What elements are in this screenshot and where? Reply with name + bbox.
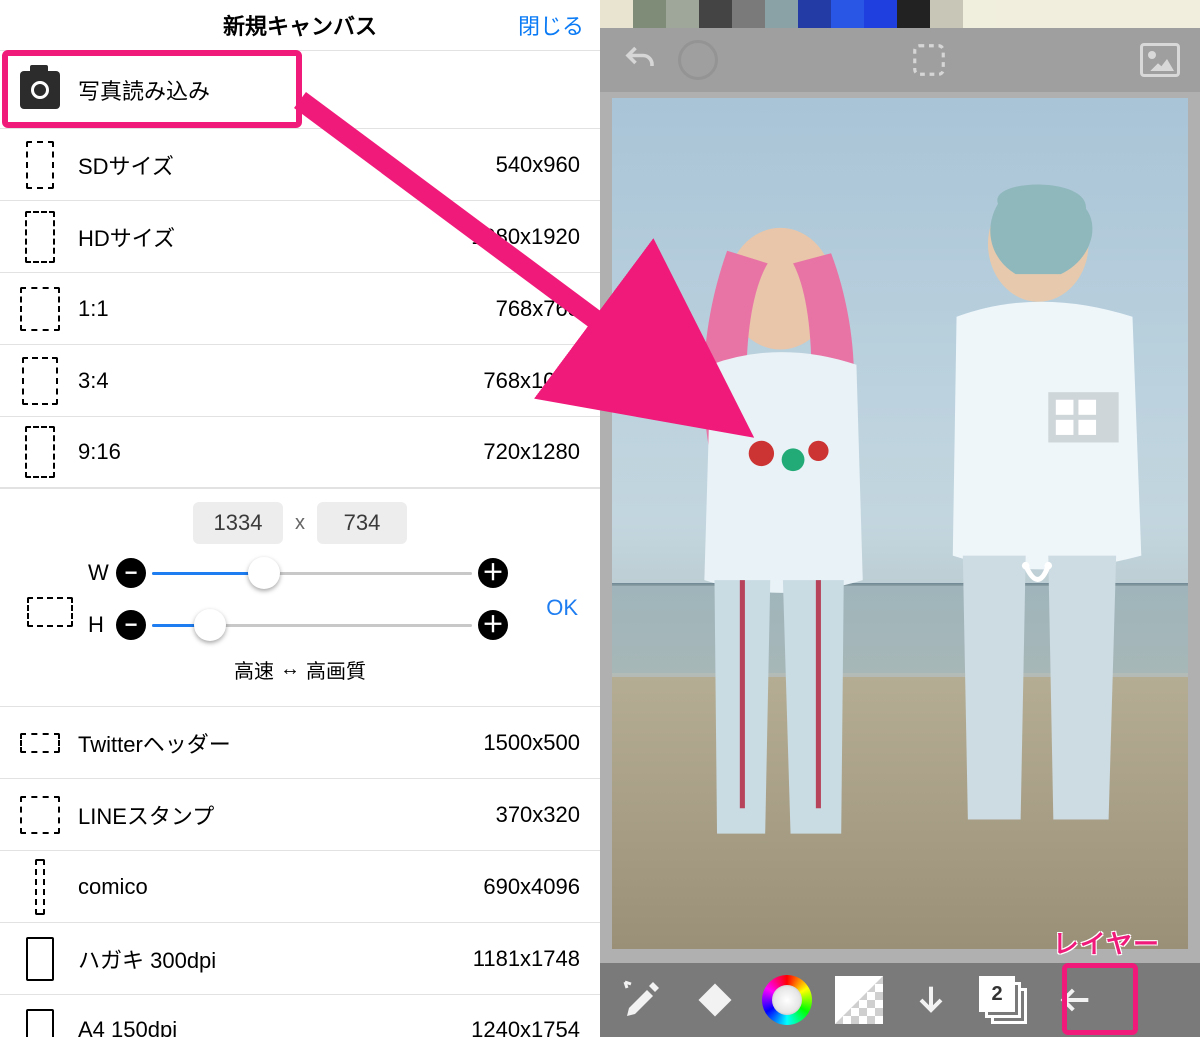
camera-icon xyxy=(20,71,60,109)
preset-thumb-icon xyxy=(26,141,54,189)
download-button[interactable] xyxy=(898,970,964,1030)
preset-row[interactable]: 9:16720x1280 xyxy=(0,416,600,488)
preset-dimensions: 370x320 xyxy=(496,802,580,828)
preset-label: LINEスタンプ xyxy=(78,799,496,831)
preset-row[interactable]: ハガキ 300dpi1181x1748 xyxy=(0,922,600,994)
transparency-button[interactable] xyxy=(826,970,892,1030)
width-plus-button[interactable]: ＋ xyxy=(478,558,508,588)
import-photo-row[interactable]: 写真読み込み xyxy=(0,50,600,128)
preset-thumb-icon xyxy=(25,211,55,263)
preset-label: ハガキ 300dpi xyxy=(78,943,473,975)
annotation-label-layers: レイヤー xyxy=(1053,924,1160,961)
tab-thumbnails[interactable] xyxy=(600,0,1200,28)
preset-row[interactable]: Twitterヘッダー1500x500 xyxy=(0,706,600,778)
preset-label: A4 150dpi xyxy=(78,1017,471,1037)
opacity-label: 10% xyxy=(774,993,800,1008)
preset-thumb-icon xyxy=(26,937,54,981)
preset-dimensions: 1080x1920 xyxy=(471,224,580,250)
preset-label: Twitterヘッダー xyxy=(78,727,483,759)
preset-thumb-icon xyxy=(20,287,60,331)
preset-dimensions: 690x4096 xyxy=(483,874,580,900)
preset-row[interactable]: 1:1768x768 xyxy=(0,272,600,344)
preset-dimensions: 540x960 xyxy=(496,152,580,178)
width-minus-button[interactable]: − xyxy=(116,558,146,588)
preset-label: 3:4 xyxy=(78,368,483,394)
preset-thumb-icon xyxy=(35,859,45,915)
import-photo-label: 写真読み込み xyxy=(78,74,580,106)
editor-bottom-toolbar: 10% 2 xyxy=(600,963,1200,1037)
preset-thumb-icon xyxy=(20,733,60,753)
preset-row[interactable]: HDサイズ1080x1920 xyxy=(0,200,600,272)
editor-top-toolbar xyxy=(600,28,1200,92)
person-right xyxy=(900,166,1176,932)
preset-row[interactable]: A4 150dpi1240x1754 xyxy=(0,994,600,1037)
height-plus-button[interactable]: ＋ xyxy=(478,610,508,640)
shape-tool-button[interactable] xyxy=(682,970,748,1030)
preset-dimensions: 1240x1754 xyxy=(471,1017,580,1037)
preset-row[interactable]: comico690x4096 xyxy=(0,850,600,922)
custom-width-input[interactable]: 1334 xyxy=(193,502,283,544)
preset-dimensions: 1181x1748 xyxy=(473,946,580,972)
selection-button[interactable] xyxy=(907,38,951,82)
panel-header: 新規キャンバス 閉じる xyxy=(0,0,600,50)
redo-disabled-icon xyxy=(676,38,720,82)
custom-ok-button[interactable]: OK xyxy=(546,595,578,621)
color-wheel-button[interactable]: 10% xyxy=(754,970,820,1030)
preset-row[interactable]: LINEスタンプ370x320 xyxy=(0,778,600,850)
back-button[interactable] xyxy=(1042,970,1108,1030)
layer-count: 2 xyxy=(979,976,1015,1012)
preset-label: comico xyxy=(78,874,483,900)
brush-tool-button[interactable] xyxy=(610,970,676,1030)
preset-label: 1:1 xyxy=(78,296,496,322)
person-left xyxy=(641,200,894,932)
preset-dimensions: 1500x500 xyxy=(483,730,580,756)
height-slider[interactable] xyxy=(152,622,472,628)
preset-thumb-icon xyxy=(25,426,55,478)
custom-height-input[interactable]: 734 xyxy=(317,502,407,544)
custom-thumb-icon xyxy=(27,597,73,627)
preset-dimensions: 720x1280 xyxy=(483,439,580,465)
undo-button[interactable] xyxy=(618,38,662,82)
editor-pane: 10% 2 レイヤー xyxy=(600,0,1200,1037)
preset-thumb-icon xyxy=(22,357,58,405)
close-button[interactable]: 閉じる xyxy=(518,9,584,41)
quality-tradeoff-label: 高速 ↔ 高画質 xyxy=(20,655,580,684)
custom-size-block: 1334 x 734 W − ＋ xyxy=(0,488,600,706)
width-slider[interactable] xyxy=(152,570,472,576)
preset-row[interactable]: SDサイズ540x960 xyxy=(0,128,600,200)
preset-thumb-icon xyxy=(26,1009,54,1037)
width-label: W xyxy=(88,560,116,586)
panel-title: 新規キャンバス xyxy=(223,9,377,41)
checker-icon xyxy=(835,976,883,1024)
height-label: H xyxy=(88,612,116,638)
color-wheel-icon: 10% xyxy=(762,975,812,1025)
preset-dimensions: 768x768 xyxy=(496,296,580,322)
preset-label: 9:16 xyxy=(78,439,483,465)
new-canvas-panel: 新規キャンバス 閉じる 写真読み込み SDサイズ540x960HDサイズ1080… xyxy=(0,0,600,1037)
custom-x-label: x xyxy=(295,512,305,535)
preset-thumb-icon xyxy=(20,796,60,834)
height-minus-button[interactable]: − xyxy=(116,610,146,640)
preset-row[interactable]: 3:4768x1024 xyxy=(0,344,600,416)
preset-dimensions: 768x1024 xyxy=(483,368,580,394)
photo-content xyxy=(612,98,1188,949)
canvas[interactable] xyxy=(612,98,1188,949)
preset-label: HDサイズ xyxy=(78,221,471,253)
gallery-button[interactable] xyxy=(1138,38,1182,82)
preset-label: SDサイズ xyxy=(78,149,496,181)
layers-button[interactable]: 2 xyxy=(970,970,1036,1030)
